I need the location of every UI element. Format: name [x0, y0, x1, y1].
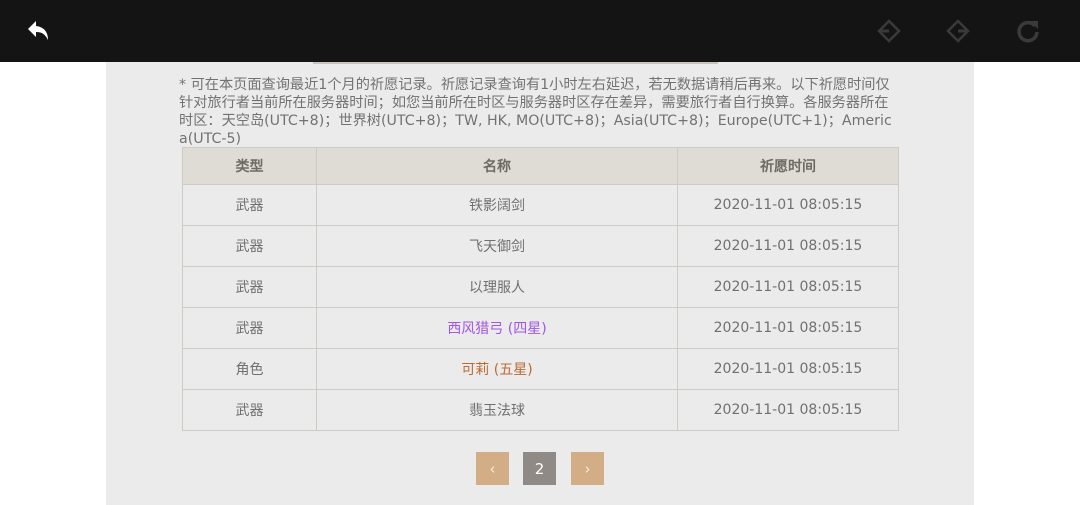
refresh-icon — [1017, 20, 1039, 43]
scrolled-content-edge — [313, 62, 718, 64]
row-type-cell: 武器 — [182, 225, 317, 267]
row-time-cell: 2020-11-01 08:05:15 — [677, 184, 899, 226]
row-time-cell: 2020-11-01 08:05:15 — [677, 307, 899, 349]
row-time-cell: 2020-11-01 08:05:15 — [677, 348, 899, 390]
row-item-name-cell: 翡玉法球 — [316, 389, 678, 431]
diamond-right-icon — [946, 19, 970, 43]
row-item-name-cell: 以理服人 — [316, 266, 678, 308]
row-item-name-cell-four-star: 西风猎弓 (四星) — [316, 307, 678, 349]
row-time-cell: 2020-11-01 08:05:15 — [677, 389, 899, 431]
table-row: 角色 可莉 (五星) 2020-11-01 08:05:15 — [182, 348, 899, 390]
navigate-forward-button[interactable] — [943, 16, 973, 46]
row-type-cell: 武器 — [182, 389, 317, 431]
query-notice: * 可在本页面查询最近1个月的祈愿记录。祈愿记录查询有1小时左右延迟，若无数据请… — [179, 77, 892, 147]
column-header-name: 名称 — [316, 147, 678, 185]
table-row: 武器 翡玉法球 2020-11-01 08:05:15 — [182, 389, 899, 431]
row-item-name-cell-five-star: 可莉 (五星) — [316, 348, 678, 390]
wish-history-panel[interactable]: * 可在本页面查询最近1个月的祈愿记录。祈愿记录查询有1小时左右延迟，若无数据请… — [106, 62, 974, 505]
previous-page-button[interactable]: ‹ — [476, 452, 509, 485]
table-header-row: 类型 名称 祈愿时间 — [182, 147, 899, 185]
table-row: 武器 西风猎弓 (四星) 2020-11-01 08:05:15 — [182, 307, 899, 349]
wish-record-table: 类型 名称 祈愿时间 武器 铁影阔剑 2020-11-01 08:05:15 武… — [182, 147, 899, 431]
column-header-time: 祈愿时间 — [677, 147, 899, 185]
table-row: 武器 以理服人 2020-11-01 08:05:15 — [182, 266, 899, 308]
row-type-cell: 武器 — [182, 184, 317, 226]
row-time-cell: 2020-11-01 08:05:15 — [677, 266, 899, 308]
row-type-cell: 武器 — [182, 307, 317, 349]
refresh-button[interactable] — [1013, 16, 1043, 46]
row-type-cell: 角色 — [182, 348, 317, 390]
row-time-cell: 2020-11-01 08:05:15 — [677, 225, 899, 267]
column-header-type: 类型 — [182, 147, 317, 185]
row-type-cell: 武器 — [182, 266, 317, 308]
diamond-left-icon — [877, 19, 901, 43]
undo-arrow-icon — [28, 21, 48, 40]
current-page-number[interactable]: 2 — [523, 452, 556, 485]
top-toolbar — [0, 0, 1080, 62]
row-item-name-cell: 铁影阔剑 — [316, 184, 678, 226]
table-row: 武器 铁影阔剑 2020-11-01 08:05:15 — [182, 184, 899, 226]
next-page-button[interactable]: › — [571, 452, 604, 485]
table-row: 武器 飞天御剑 2020-11-01 08:05:15 — [182, 225, 899, 267]
navigate-back-button[interactable] — [874, 16, 904, 46]
row-item-name-cell: 飞天御剑 — [316, 225, 678, 267]
back-button[interactable] — [24, 16, 54, 46]
